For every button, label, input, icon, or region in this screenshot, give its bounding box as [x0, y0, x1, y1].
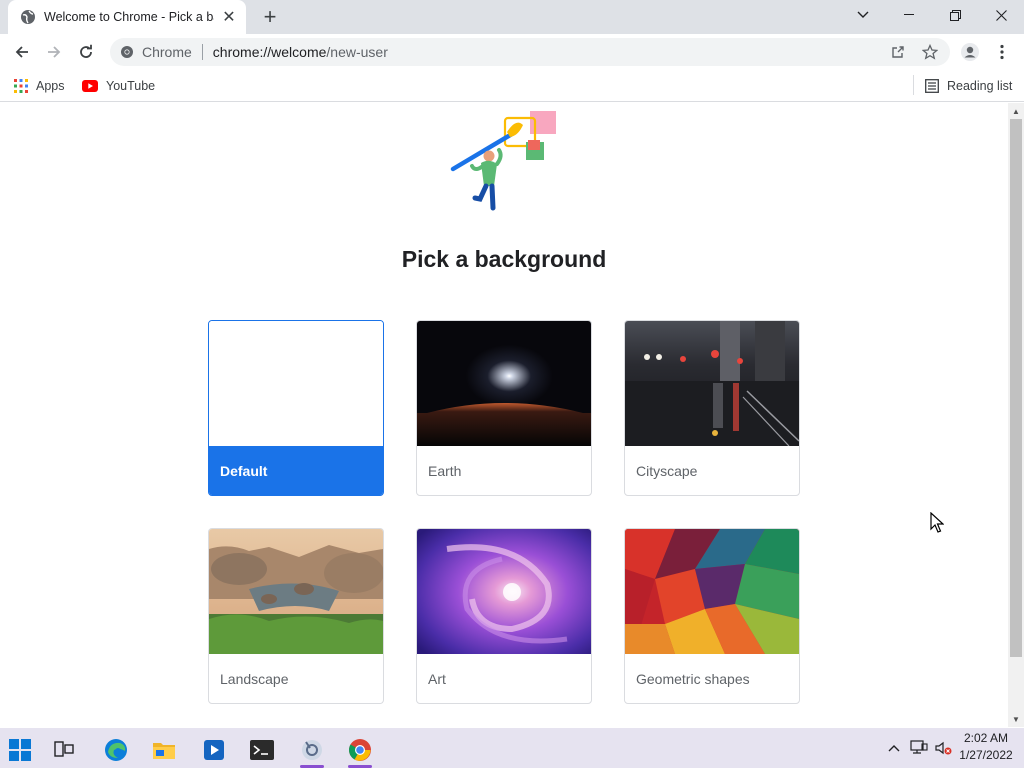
clock-date: 1/27/2022: [959, 748, 1013, 762]
restore-button[interactable]: [932, 0, 978, 30]
background-label-landscape: Landscape: [220, 670, 289, 687]
profile-avatar-icon[interactable]: [956, 38, 984, 66]
system-clock[interactable]: 2:02 AM 1/27/2022: [955, 730, 1017, 764]
background-card-landscape[interactable]: Landscape: [208, 528, 384, 704]
background-label-cityscape: Cityscape: [636, 462, 698, 479]
forward-button[interactable]: [40, 38, 68, 66]
bookmark-apps-label: Apps: [36, 79, 65, 93]
bookmarks-bar: Apps YouTube Reading list: [0, 70, 1024, 102]
minimize-button[interactable]: [886, 0, 932, 30]
background-preview-geometric-shapes: [625, 529, 799, 654]
show-hidden-icons-chevron[interactable]: [884, 728, 904, 768]
background-preview-cityscape: [625, 321, 799, 447]
background-card-cityscape[interactable]: Cityscape: [624, 320, 800, 496]
file-explorer-icon[interactable]: [144, 732, 184, 768]
page-title: Pick a background: [401, 246, 607, 272]
start-button[interactable]: [0, 732, 40, 768]
background-card-art[interactable]: Art: [416, 528, 592, 704]
tab-search-icon[interactable]: [840, 0, 886, 30]
bookmark-youtube[interactable]: YouTube: [82, 76, 155, 96]
reload-button[interactable]: [72, 38, 100, 66]
task-view-icon[interactable]: [44, 732, 84, 768]
background-preview-art: [417, 529, 591, 654]
edge-browser-icon[interactable]: [96, 732, 136, 768]
app-settings-icon[interactable]: [292, 732, 332, 768]
media-player-icon[interactable]: [194, 732, 234, 768]
scroll-thumb[interactable]: [1010, 119, 1022, 657]
network-icon[interactable]: [908, 728, 930, 768]
bookmark-apps[interactable]: Apps: [14, 76, 65, 96]
youtube-icon: [82, 80, 98, 92]
bookmarks-separator: [913, 75, 914, 95]
close-tab-icon[interactable]: ✕: [220, 8, 238, 26]
toolbar: Chrome chrome://welcome/new-user: [0, 34, 1024, 70]
site-chip: Chrome: [142, 44, 192, 60]
page-content: Pick a background Default Earth Cityscap…: [0, 103, 1008, 727]
reading-list-button[interactable]: Reading list: [925, 76, 1012, 96]
background-preview-earth: [417, 321, 591, 446]
background-card-default[interactable]: Default: [208, 320, 384, 496]
tab-welcome[interactable]: Welcome to Chrome - Pick a background ✕: [8, 0, 246, 34]
mouse-cursor-icon: [930, 511, 945, 539]
painter-illustration: [450, 106, 560, 214]
close-window-button[interactable]: [978, 0, 1024, 30]
vertical-scrollbar[interactable]: ▲ ▼: [1008, 103, 1024, 727]
scroll-down-arrow-icon[interactable]: ▼: [1008, 712, 1024, 726]
reading-list-icon: [925, 79, 939, 93]
background-label-default: Default: [209, 446, 383, 495]
address-bar[interactable]: Chrome chrome://welcome/new-user: [110, 38, 950, 66]
clock-time: 2:02 AM: [963, 731, 1009, 745]
reading-list-label: Reading list: [947, 79, 1013, 93]
globe-icon: [20, 9, 36, 25]
scroll-up-arrow-icon[interactable]: ▲: [1008, 104, 1024, 118]
background-preview-landscape: [209, 529, 383, 654]
background-card-earth[interactable]: Earth: [416, 320, 592, 496]
menu-kebab-icon[interactable]: [988, 38, 1016, 66]
bookmark-youtube-label: YouTube: [106, 79, 156, 93]
share-icon[interactable]: [884, 38, 912, 66]
windows-taskbar: 2:02 AM 1/27/2022: [0, 728, 1024, 768]
background-card-geometric-shapes[interactable]: Geometric shapes: [624, 528, 800, 704]
url-text: chrome://welcome/new-user: [213, 44, 388, 60]
url-host: chrome://welcome: [212, 44, 327, 60]
chrome-taskbar-icon[interactable]: [340, 732, 380, 768]
chrome-page-icon: [120, 45, 134, 59]
apps-grid-icon: [14, 79, 28, 93]
volume-muted-icon[interactable]: [932, 728, 954, 768]
omnibox-separator: [201, 44, 203, 60]
back-button[interactable]: [8, 38, 36, 66]
tab-strip: Welcome to Chrome - Pick a background ✕ …: [0, 0, 1024, 34]
terminal-icon[interactable]: [242, 732, 282, 768]
tab-title: Welcome to Chrome - Pick a background: [44, 10, 214, 24]
url-path: /new-user: [326, 44, 388, 60]
bookmark-star-icon[interactable]: [916, 38, 944, 66]
background-label-art: Art: [428, 670, 446, 687]
background-label-geometric-shapes: Geometric shapes: [636, 670, 750, 687]
background-label-earth: Earth: [428, 462, 462, 479]
background-preview-default: [209, 321, 383, 446]
new-tab-button[interactable]: +: [258, 4, 282, 29]
